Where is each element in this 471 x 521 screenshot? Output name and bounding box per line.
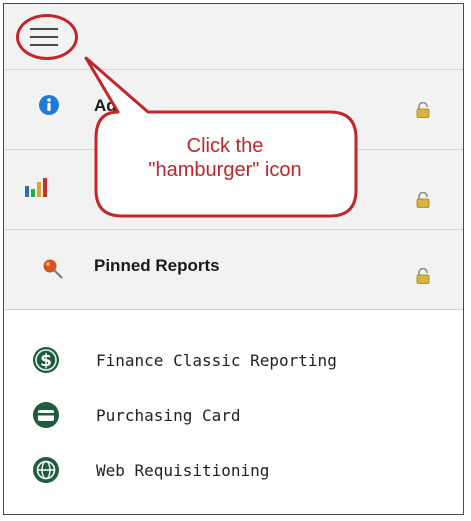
navigation-panel: Ad Pinned Reports $ Finance Classic Repo… (3, 3, 464, 515)
dollar-circle-icon: $ (33, 347, 59, 373)
app-label: Web Requisitioning (96, 461, 270, 480)
bar-chart-icon (25, 178, 47, 197)
svg-text:$: $ (40, 351, 52, 371)
top-bar (4, 4, 463, 70)
callout-line-2: "hamburger" icon (148, 159, 302, 181)
app-label: Purchasing Card (96, 406, 241, 425)
info-icon (39, 95, 59, 115)
globe-circle-icon (33, 457, 59, 483)
menu-row-label: Ad (94, 96, 117, 115)
credit-card-circle-icon (33, 402, 59, 428)
menu-row-pinned-reports[interactable]: Pinned Reports (4, 230, 463, 310)
app-label: Finance Classic Reporting (96, 351, 337, 370)
pushpin-icon (43, 259, 63, 279)
menu-row-label: Pinned Reports (94, 256, 220, 275)
lock-icon (416, 192, 430, 208)
highlight-ring (16, 14, 78, 60)
callout-text: Click the "hamburger" icon (100, 134, 350, 182)
lock-icon (416, 268, 430, 284)
lock-icon (416, 102, 430, 118)
callout-line-1: Click the (186, 135, 264, 157)
